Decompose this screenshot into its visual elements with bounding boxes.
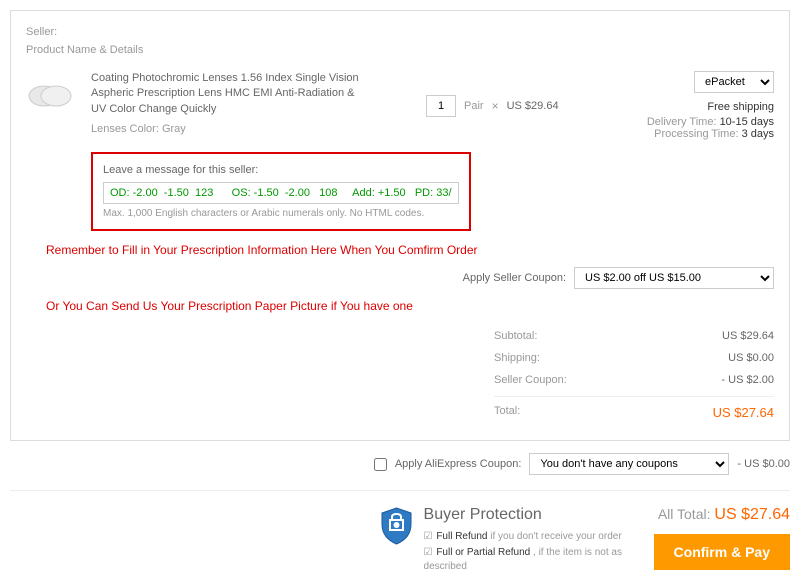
free-shipping-label: Free shipping <box>647 101 774 113</box>
subtotal-value: US $29.64 <box>722 330 774 342</box>
all-total-label: All Total: <box>658 506 711 522</box>
check-icon: ☑ <box>424 546 434 560</box>
product-name-details-label: Product Name & Details <box>26 44 774 56</box>
total-label: Total: <box>494 405 520 420</box>
total-value: US $27.64 <box>713 405 774 420</box>
seller-coupon-select[interactable]: US $2.00 off US $15.00 <box>574 267 774 289</box>
lens-color-value: Gray <box>162 123 186 135</box>
product-info: Coating Photochromic Lenses 1.56 Index S… <box>91 71 371 140</box>
message-label: Leave a message for this seller: <box>103 164 459 176</box>
shipping-label: Shipping: <box>494 352 540 364</box>
aliexpress-coupon-row: Apply AliExpress Coupon: You don't have … <box>10 453 790 475</box>
checkout-column: All Total: US $27.64 Confirm & Pay <box>654 506 790 576</box>
bp-item2-bold: Full or Partial Refund <box>436 547 530 558</box>
buyer-protection-content: Buyer Protection ☑ Full Refund if you do… <box>424 506 624 576</box>
seller-label: Seller: <box>26 26 774 38</box>
quantity-input[interactable] <box>426 95 456 117</box>
total-row: Total: US $27.64 <box>494 396 774 425</box>
seller-coupon-value-summary: - US $2.00 <box>721 374 774 386</box>
shipping-section: ePacket Free shipping Delivery Time: 10-… <box>647 71 774 140</box>
order-box: Seller: Product Name & Details Coating P… <box>10 10 790 441</box>
aliexpress-coupon-label: Apply AliExpress Coupon: <box>395 458 522 470</box>
annotation-paper-picture: Or You Can Send Us Your Prescription Pap… <box>46 299 774 313</box>
all-total-value: US $27.64 <box>714 506 790 523</box>
aliexpress-coupon-checkbox[interactable] <box>374 458 387 471</box>
product-image <box>26 71 76 121</box>
processing-label: Processing Time: <box>654 128 738 140</box>
bottom-section: Buyer Protection ☑ Full Refund if you do… <box>10 490 790 576</box>
seller-coupon-row: Apply Seller Coupon: US $2.00 off US $15… <box>26 267 774 289</box>
subtotal-row: Subtotal: US $29.64 <box>494 325 774 347</box>
message-help: Max. 1,000 English characters or Arabic … <box>103 208 459 219</box>
seller-message-box: Leave a message for this seller: Max. 1,… <box>91 152 471 231</box>
subtotal-label: Subtotal: <box>494 330 537 342</box>
delivery-label: Delivery Time: <box>647 116 717 128</box>
aliexpress-coupon-amount: - US $0.00 <box>737 458 790 470</box>
seller-coupon-label: Apply Seller Coupon: <box>463 272 566 284</box>
all-total: All Total: US $27.64 <box>654 506 790 524</box>
annotation-prescription-reminder: Remember to Fill in Your Prescription In… <box>46 243 774 257</box>
bp-item1-bold: Full Refund <box>436 531 487 542</box>
order-summary: Subtotal: US $29.64 Shipping: US $0.00 S… <box>494 325 774 425</box>
confirm-pay-button[interactable]: Confirm & Pay <box>654 534 790 570</box>
aliexpress-coupon-select[interactable]: You don't have any coupons <box>529 453 729 475</box>
times-symbol: × <box>492 99 499 113</box>
check-icon: ☑ <box>424 530 434 544</box>
seller-message-input[interactable] <box>103 182 459 204</box>
shipping-row: Shipping: US $0.00 <box>494 347 774 369</box>
pair-label: Pair <box>464 100 484 112</box>
buyer-protection-item-1: ☑ Full Refund if you don't receive your … <box>424 530 624 544</box>
lens-icon <box>26 81 76 111</box>
buyer-protection: Buyer Protection ☑ Full Refund if you do… <box>379 506 624 576</box>
shield-icon <box>379 506 414 546</box>
shipping-method-select[interactable]: ePacket <box>694 71 774 93</box>
buyer-protection-item-2: ☑ Full or Partial Refund , if the item i… <box>424 546 624 574</box>
lens-color-label: Lenses Color: <box>91 123 159 135</box>
processing-value: 3 days <box>742 128 774 140</box>
unit-price: US $29.64 <box>507 100 559 112</box>
lens-color: Lenses Color: Gray <box>91 123 371 135</box>
seller-coupon-label-summary: Seller Coupon: <box>494 374 567 386</box>
product-title: Coating Photochromic Lenses 1.56 Index S… <box>91 71 371 117</box>
buyer-protection-title: Buyer Protection <box>424 506 624 524</box>
bp-item1-rest: if you don't receive your order <box>487 531 621 542</box>
shipping-value: US $0.00 <box>728 352 774 364</box>
delivery-value: 10-15 days <box>720 116 774 128</box>
seller-coupon-row-summary: Seller Coupon: - US $2.00 <box>494 369 774 391</box>
price-section: Pair × US $29.64 <box>426 71 559 140</box>
processing-time: Processing Time: 3 days <box>647 128 774 140</box>
product-row: Coating Photochromic Lenses 1.56 Index S… <box>26 71 774 140</box>
delivery-time: Delivery Time: 10-15 days <box>647 116 774 128</box>
